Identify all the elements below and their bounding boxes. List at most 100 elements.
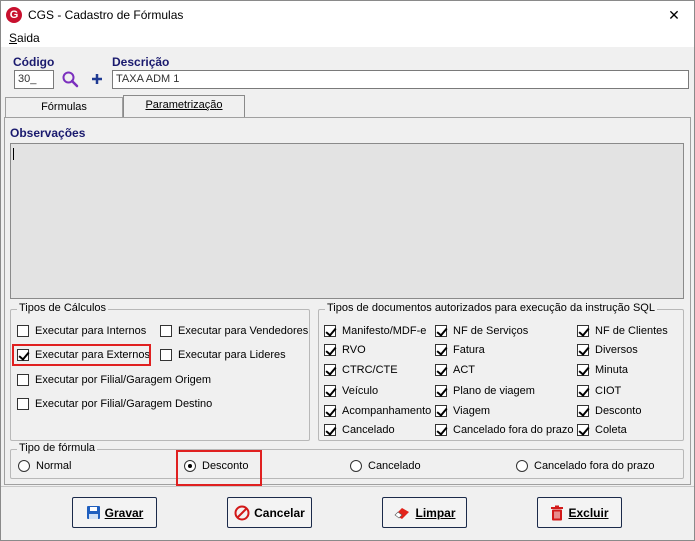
cb-executar-lideres[interactable]: Executar para Lideres xyxy=(160,349,286,361)
eraser-icon xyxy=(395,507,410,519)
radio-label: Cancelado xyxy=(368,460,421,472)
cb-doc-act[interactable]: ACT xyxy=(435,364,475,376)
radio-icon xyxy=(516,460,528,472)
tab-parametrizacao[interactable]: Parametrização xyxy=(123,95,245,117)
observacoes-label: Observações xyxy=(10,126,86,140)
highlight-desconto xyxy=(176,450,262,486)
cb-doc-veiculo[interactable]: Veículo xyxy=(324,385,378,397)
cb-label: Veículo xyxy=(342,385,379,397)
text-caret xyxy=(13,148,14,160)
cb-filial-destino[interactable]: Executar por Filial/Garagem Destino xyxy=(17,398,212,410)
cb-label: Viagem xyxy=(453,405,491,417)
cb-label: Executar para Internos xyxy=(35,325,147,337)
tipos-calculos-title: Tipos de Cálculos xyxy=(17,302,109,314)
cb-filial-origem[interactable]: Executar por Filial/Garagem Origem xyxy=(17,374,211,386)
cb-label: Minuta xyxy=(595,364,629,376)
close-button[interactable]: ✕ xyxy=(654,1,694,29)
checkbox-checked-icon xyxy=(435,424,447,436)
checkbox-checked-icon xyxy=(435,364,447,376)
checkbox-icon xyxy=(17,374,29,386)
cb-doc-desconto[interactable]: Desconto xyxy=(577,405,641,417)
cb-label: Executar por Filial/Garagem Destino xyxy=(35,398,213,410)
checkbox-icon xyxy=(160,325,172,337)
cb-doc-minuta[interactable]: Minuta xyxy=(577,364,628,376)
checkbox-checked-icon xyxy=(324,364,336,376)
cb-label: Executar para Lideres xyxy=(178,349,286,361)
cb-label: Plano de viagem xyxy=(453,385,535,397)
add-icon[interactable] xyxy=(88,70,106,88)
radio-normal[interactable]: Normal xyxy=(18,460,71,472)
trash-icon xyxy=(551,505,564,520)
menu-saida-label: aida xyxy=(17,31,40,45)
checkbox-checked-icon xyxy=(577,405,589,417)
cb-doc-plano-viagem[interactable]: Plano de viagem xyxy=(435,385,535,397)
title-bar: G CGS - Cadastro de Fórmulas ✕ xyxy=(1,1,694,29)
cb-doc-cancelado-fora-prazo[interactable]: Cancelado fora do prazo xyxy=(435,424,573,436)
cb-doc-nf-servicos[interactable]: NF de Serviços xyxy=(435,325,528,337)
limpar-label: Limpar xyxy=(415,505,456,520)
cb-doc-manifesto[interactable]: Manifesto/MDF-e xyxy=(324,325,426,337)
cb-label: Diversos xyxy=(595,344,638,356)
cb-doc-diversos[interactable]: Diversos xyxy=(577,344,638,356)
tab-formulas-label: Fórmulas xyxy=(41,101,87,113)
tab-parametrizacao-label: Parametrização xyxy=(145,99,223,111)
cb-label: RVO xyxy=(342,344,366,356)
cb-executar-internos[interactable]: Executar para Internos xyxy=(17,325,146,337)
checkbox-checked-icon xyxy=(435,344,447,356)
cancelar-button[interactable]: Cancelar xyxy=(227,497,312,528)
radio-cancelado[interactable]: Cancelado xyxy=(350,460,421,472)
checkbox-icon xyxy=(17,398,29,410)
radio-icon xyxy=(18,460,30,472)
cb-label: Manifesto/MDF-e xyxy=(342,325,427,337)
tab-formulas[interactable]: Fórmulas xyxy=(5,97,123,117)
cb-doc-acompanhamento[interactable]: Acompanhamento xyxy=(324,405,431,417)
checkbox-checked-icon xyxy=(324,424,336,436)
cb-label: Coleta xyxy=(595,424,627,436)
limpar-button[interactable]: Limpar xyxy=(382,497,467,528)
highlight-executar-externos xyxy=(12,344,151,366)
cb-label: Desconto xyxy=(595,405,642,417)
checkbox-checked-icon xyxy=(577,344,589,356)
cb-doc-viagem[interactable]: Viagem xyxy=(435,405,490,417)
app-logo-icon: G xyxy=(6,7,22,23)
cb-label: NF de Clientes xyxy=(595,325,668,337)
cb-label: Executar para Vendedores xyxy=(178,325,309,337)
cb-label: Fatura xyxy=(453,344,485,356)
cb-executar-vendedores[interactable]: Executar para Vendedores xyxy=(160,325,308,337)
cb-doc-fatura[interactable]: Fatura xyxy=(435,344,485,356)
cb-label: Cancelado fora do prazo xyxy=(453,424,574,436)
cb-doc-rvo[interactable]: RVO xyxy=(324,344,366,356)
cb-doc-cancelado[interactable]: Cancelado xyxy=(324,424,395,436)
codigo-input[interactable]: 30_ xyxy=(14,70,54,89)
excluir-button[interactable]: Excluir xyxy=(537,497,622,528)
descricao-input[interactable]: TAXA ADM 1 xyxy=(112,70,689,89)
cb-doc-coleta[interactable]: Coleta xyxy=(577,424,627,436)
checkbox-checked-icon xyxy=(324,325,336,337)
search-icon[interactable] xyxy=(61,70,79,88)
radio-cancelado-fora-prazo[interactable]: Cancelado fora do prazo xyxy=(516,460,654,472)
gravar-label: Gravar xyxy=(104,505,144,520)
checkbox-checked-icon xyxy=(324,405,336,417)
app-window: G CGS - Cadastro de Fórmulas ✕ Saida Cód… xyxy=(0,0,695,541)
gravar-button[interactable]: Gravar xyxy=(72,497,157,528)
cb-label: ACT xyxy=(453,364,475,376)
cb-doc-ctrc[interactable]: CTRC/CTE xyxy=(324,364,398,376)
radio-label: Normal xyxy=(36,460,72,472)
checkbox-icon xyxy=(160,349,172,361)
cb-label: Cancelado xyxy=(342,424,395,436)
radio-label: Cancelado fora do prazo xyxy=(534,460,655,472)
menu-saida[interactable]: Saida xyxy=(9,31,40,45)
observacoes-textarea[interactable] xyxy=(10,143,684,299)
checkbox-checked-icon xyxy=(435,385,447,397)
bottom-separator xyxy=(1,486,694,487)
checkbox-checked-icon xyxy=(577,385,589,397)
codigo-label: Código xyxy=(13,55,55,69)
cancelar-label: Cancelar xyxy=(254,505,305,520)
checkbox-checked-icon xyxy=(577,364,589,376)
cb-doc-nf-clientes[interactable]: NF de Clientes xyxy=(577,325,668,337)
cancel-icon xyxy=(234,505,250,520)
cb-label: CTRC/CTE xyxy=(342,364,398,376)
cb-label: CIOT xyxy=(595,385,622,397)
cb-doc-ciot[interactable]: CIOT xyxy=(577,385,621,397)
descricao-label: Descrição xyxy=(112,55,170,69)
